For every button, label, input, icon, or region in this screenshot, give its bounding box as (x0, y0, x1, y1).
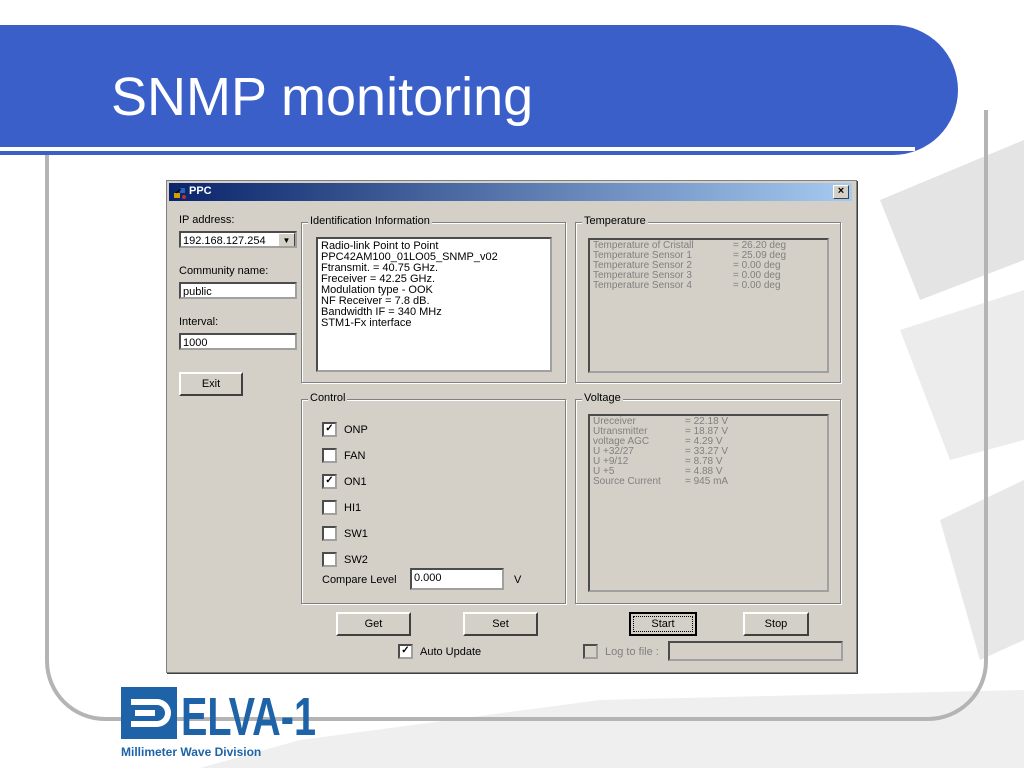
temperature-row: Temperature Sensor 4 = 0.00 deg (593, 281, 824, 291)
set-button[interactable]: Set (463, 612, 538, 636)
temperature-rows: Temperature of Cristall = 26.20 deg Temper… (593, 241, 824, 291)
identification-group: Identification Information Radio-link Po… (301, 215, 566, 383)
identification-title: Identification Information (308, 215, 432, 227)
voltage-group: Voltage Ureceiver = 22.18 V Utransmitter = … (575, 392, 841, 604)
compare-level-unit: V (514, 574, 522, 586)
control-title: Control (308, 392, 348, 404)
control-group: Control ✓ ONP FAN ✓ ON1 HI1 SW1 SW2 Compare Lev… (301, 392, 566, 604)
check-icon: ✓ (322, 474, 337, 489)
checkbox-fan[interactable]: FAN (322, 448, 365, 463)
checkbox-label: ONP (344, 423, 368, 436)
temperature-row-value: = 0.00 deg (733, 280, 781, 291)
ip-address-label: IP address: (179, 214, 235, 226)
auto-update-checkbox[interactable]: ✓ Auto Update (398, 644, 481, 659)
chevron-down-icon[interactable]: ▼ (278, 233, 295, 246)
window-titlebar[interactable]: PPC × (169, 183, 852, 201)
app-icon (174, 188, 186, 199)
log-file-path-input[interactable] (668, 641, 843, 661)
title-underline (0, 147, 915, 151)
ip-address-combo[interactable]: 192.168.127.254 ▼ (179, 231, 297, 248)
get-button[interactable]: Get (336, 612, 411, 636)
voltage-rows: Ureceiver = 22.18 V Utransmitter = 18.87 Vv… (593, 417, 824, 487)
identification-textbox[interactable]: Radio-link Point to Point PPC42AM100_01LO… (316, 237, 552, 372)
log-to-file-checkbox[interactable]: Log to file : (583, 644, 659, 659)
empty-checkbox-icon (322, 500, 337, 515)
empty-checkbox-icon (322, 552, 337, 567)
close-button[interactable]: × (833, 185, 849, 199)
slide-title: SNMP monitoring (111, 67, 534, 127)
auto-update-label: Auto Update (420, 645, 482, 658)
compare-level-label: Compare Level (322, 574, 397, 586)
log-to-file-check-icon (583, 644, 598, 659)
community-name-input[interactable]: public (179, 282, 297, 299)
exit-button[interactable]: Exit (179, 372, 243, 396)
ip-address-value: 192.168.127.254 (183, 235, 266, 247)
checkbox-label: ON1 (344, 475, 367, 488)
checkbox-label: SW2 (344, 553, 368, 566)
temperature-row-name: Temperature Sensor 4 (593, 280, 692, 291)
auto-update-check-icon: ✓ (398, 644, 413, 659)
start-button[interactable]: Start (629, 612, 697, 636)
checkbox-label: HI1 (344, 501, 362, 514)
checkbox-onp[interactable]: ✓ ONP (322, 422, 368, 437)
checkbox-hi1[interactable]: HI1 (322, 500, 361, 515)
close-icon: × (837, 185, 845, 197)
identification-lines: Radio-link Point to Point PPC42AM100_01LO… (321, 241, 547, 329)
temperature-textbox: Temperature of Cristall = 26.20 deg Temper… (588, 238, 829, 373)
log-to-file-label: Log to file : (605, 645, 659, 658)
voltage-title: Voltage (582, 392, 623, 404)
compare-level-input[interactable]: 0.000 (410, 568, 504, 590)
empty-checkbox-icon (322, 526, 337, 541)
voltage-row-value: = 945 mA (685, 476, 729, 487)
elva-logo: ELVA-1 (121, 687, 316, 743)
community-name-value: public (183, 286, 212, 298)
compare-level-value: 0.000 (414, 572, 442, 584)
checkbox-sw2[interactable]: SW2 (322, 552, 368, 567)
voltage-row: Source Current = 945 mA (593, 477, 824, 487)
ppc-window: PPC × IP address: 192.168.127.254 ▼ Comm… (166, 180, 857, 673)
checkbox-label: SW1 (344, 527, 368, 540)
temperature-title: Temperature (582, 215, 648, 227)
logo-subtitle: Millimeter Wave Division (121, 745, 262, 759)
temperature-group: Temperature Temperature of Cristall = 26.… (575, 215, 841, 383)
logo-text: ELVA-1 (181, 687, 316, 743)
community-name-label: Community name: (179, 265, 269, 277)
checkbox-sw1[interactable]: SW1 (322, 526, 368, 541)
checkbox-on1[interactable]: ✓ ON1 (322, 474, 367, 489)
voltage-row-name: Source Current (593, 476, 661, 487)
empty-checkbox-icon (322, 448, 337, 463)
interval-value: 1000 (183, 337, 208, 349)
checkbox-label: FAN (344, 449, 366, 462)
stop-button[interactable]: Stop (743, 612, 809, 636)
window-title: PPC (189, 185, 212, 197)
interval-label: Interval: (179, 316, 219, 328)
voltage-textbox: Ureceiver = 22.18 V Utransmitter = 18.87 Vv… (588, 414, 829, 592)
identification-line: STM1-Fx interface (321, 317, 412, 329)
check-icon: ✓ (322, 422, 337, 437)
interval-input[interactable]: 1000 (179, 333, 297, 350)
